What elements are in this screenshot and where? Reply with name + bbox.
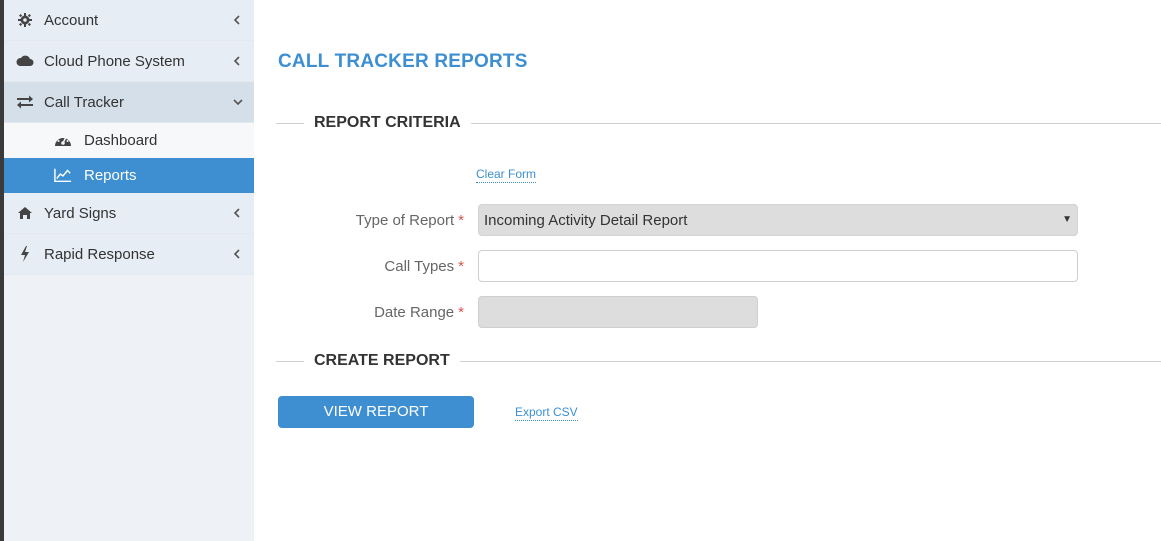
caret-down-icon: ▼ [1062,214,1072,225]
required-marker: * [458,304,464,321]
dashboard-gauge-icon [54,132,72,148]
sidebar-item-rapid-response[interactable]: Rapid Response [4,234,254,275]
sidebar-item-label: Yard Signs [44,205,117,222]
main-content: CALL TRACKER REPORTS REPORT CRITERIA Cle… [254,0,1161,541]
chevron-down-icon [232,95,243,109]
sidebar-subitem-label: Reports [84,167,137,184]
sidebar-item-label: Call Tracker [44,94,125,111]
exchange-arrows-icon [16,94,34,110]
sidebar-item-yard-signs[interactable]: Yard Signs [4,193,254,234]
sidebar-item-call-tracker[interactable]: Call Tracker [4,82,254,123]
sidebar: Account Cloud Phone System Call Tracker … [4,0,254,541]
gear-icon [16,12,34,28]
sidebar-item-label: Account [44,12,99,29]
report-criteria-section: REPORT CRITERIA [276,113,1161,133]
chevron-left-icon [232,206,242,220]
export-csv-link[interactable]: Export CSV [515,405,578,421]
section-title: CREATE REPORT [304,351,460,371]
chevron-left-icon [232,13,242,27]
required-marker: * [458,212,464,229]
required-marker: * [458,258,464,275]
type-of-report-label: Type of Report * [264,212,464,230]
date-range-label: Date Range * [264,304,464,322]
line-chart-icon [54,167,72,183]
chevron-left-icon [232,54,242,68]
call-types-label: Call Types * [264,258,464,276]
sidebar-subitem-reports[interactable]: Reports [4,158,254,193]
call-types-field[interactable] [478,250,1078,282]
view-report-button[interactable]: VIEW REPORT [278,396,474,428]
home-icon [16,205,34,221]
sidebar-item-label: Rapid Response [44,246,155,263]
date-range-field[interactable] [478,296,758,328]
call-types-label-text: Call Types [384,258,455,275]
type-of-report-label-text: Type of Report [355,212,455,229]
type-of-report-select[interactable]: Incoming Activity Detail Report ▼ [478,204,1078,236]
sidebar-subitem-label: Dashboard [84,132,158,149]
bolt-icon [16,246,34,262]
date-range-label-text: Date Range [374,304,455,321]
sidebar-item-account[interactable]: Account [4,0,254,41]
chevron-left-icon [232,247,242,261]
sidebar-subitem-dashboard[interactable]: Dashboard [4,123,254,158]
type-of-report-value: Incoming Activity Detail Report [484,212,688,229]
sidebar-item-label: Cloud Phone System [44,53,185,70]
create-report-section: CREATE REPORT [276,351,1161,371]
section-title: REPORT CRITERIA [304,113,471,133]
page-title: CALL TRACKER REPORTS [278,51,528,72]
clear-form-link[interactable]: Clear Form [476,167,537,183]
cloud-icon [16,53,34,69]
sidebar-item-cloud-phone-system[interactable]: Cloud Phone System [4,41,254,82]
